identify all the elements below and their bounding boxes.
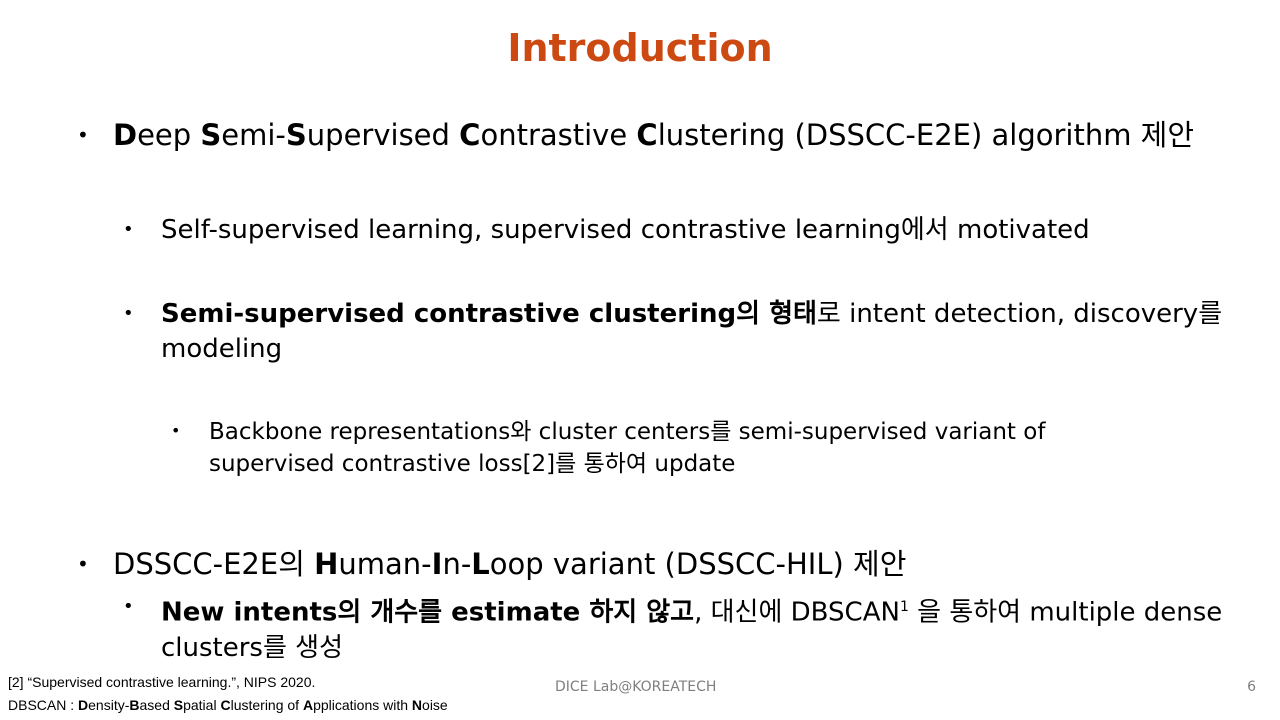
bullet-text: Backbone representations와 cluster center…	[209, 419, 1046, 477]
bullet-text: upervised	[306, 118, 460, 152]
bullet-self-supervised: • Self-supervised learning, supervised c…	[123, 213, 1241, 248]
footnote-text: ensity-	[88, 697, 130, 713]
acronym-letter: A	[302, 697, 314, 713]
acronym-letter: H	[314, 547, 339, 581]
bullet-bold-text: Semi-supervised contrastive clustering의 …	[161, 299, 817, 329]
reference-footnote: [2] “Supervised contrastive learning.”, …	[8, 674, 316, 690]
bullet-text: uman-	[338, 547, 432, 581]
bullet-text: lustering (DSSCC-E2E) algorithm 제안	[657, 118, 1195, 152]
footnote-marker: 1	[899, 599, 909, 615]
acronym-letter: C	[636, 118, 658, 152]
bullet-backbone: • Backbone representations와 cluster cent…	[171, 416, 1109, 480]
bullet-text: DSSCC-E2E의	[113, 547, 315, 581]
bullet-dot: •	[77, 552, 89, 576]
footnote-text: DBSCAN :	[8, 697, 79, 713]
bullet-dsscc-e2e: • Deep Semi-Supervised Contrastive Clust…	[77, 117, 1233, 153]
page-number: 6	[1247, 679, 1256, 695]
acronym-letter: S	[173, 697, 184, 713]
acronym-letter: S	[200, 118, 222, 152]
bullet-text: Self-supervised learning, supervised con…	[161, 215, 1090, 245]
acronym-letter: C	[459, 118, 481, 152]
bullet-dot: •	[123, 303, 134, 324]
acronym-letter: D	[113, 118, 138, 152]
acronym-letter: C	[220, 697, 231, 713]
slide-title: Introduction	[507, 26, 773, 70]
bullet-dsscc-hil: • DSSCC-E2E의 Human-In-Loop variant (DSSC…	[77, 546, 1233, 582]
bullet-new-intents: • New intents의 개수를 estimate 하지 않고, 대신에 D…	[123, 590, 1241, 666]
bullet-semi-supervised: • Semi-supervised contrastive clustering…	[123, 297, 1241, 367]
bullet-text: emi-	[221, 118, 286, 152]
footnote-text: oise	[422, 697, 448, 713]
dbscan-footnote: DBSCAN : Density-Based Spatial Clusterin…	[8, 697, 448, 713]
acronym-letter: N	[411, 697, 423, 713]
bullet-text: oop variant (DSSCC-HIL) 제안	[489, 547, 907, 581]
bullet-bold-text: New intents의 개수를 estimate 하지 않고	[161, 597, 695, 628]
bullet-text: n-	[442, 547, 472, 581]
lab-footer: DICE Lab@KOREATECH	[555, 679, 717, 695]
bullet-dot: •	[123, 219, 134, 240]
footnote-text: patial	[183, 697, 221, 713]
footnote-text: lustering of	[230, 697, 303, 713]
bullet-text: ontrastive	[480, 118, 637, 152]
acronym-letter: L	[471, 547, 490, 581]
acronym-letter: B	[129, 697, 140, 713]
acronym-letter: I	[431, 547, 443, 581]
bullet-dot: •	[123, 596, 134, 617]
bullet-text: eep	[137, 118, 201, 152]
bullet-dot: •	[171, 421, 181, 440]
footnote-text: ased	[139, 697, 174, 713]
bullet-dot: •	[77, 123, 89, 147]
acronym-letter: D	[78, 697, 89, 713]
acronym-letter: S	[285, 118, 307, 152]
footnote-text: pplications with	[313, 697, 412, 713]
bullet-text: , 대신에 DBSCAN	[694, 597, 900, 628]
